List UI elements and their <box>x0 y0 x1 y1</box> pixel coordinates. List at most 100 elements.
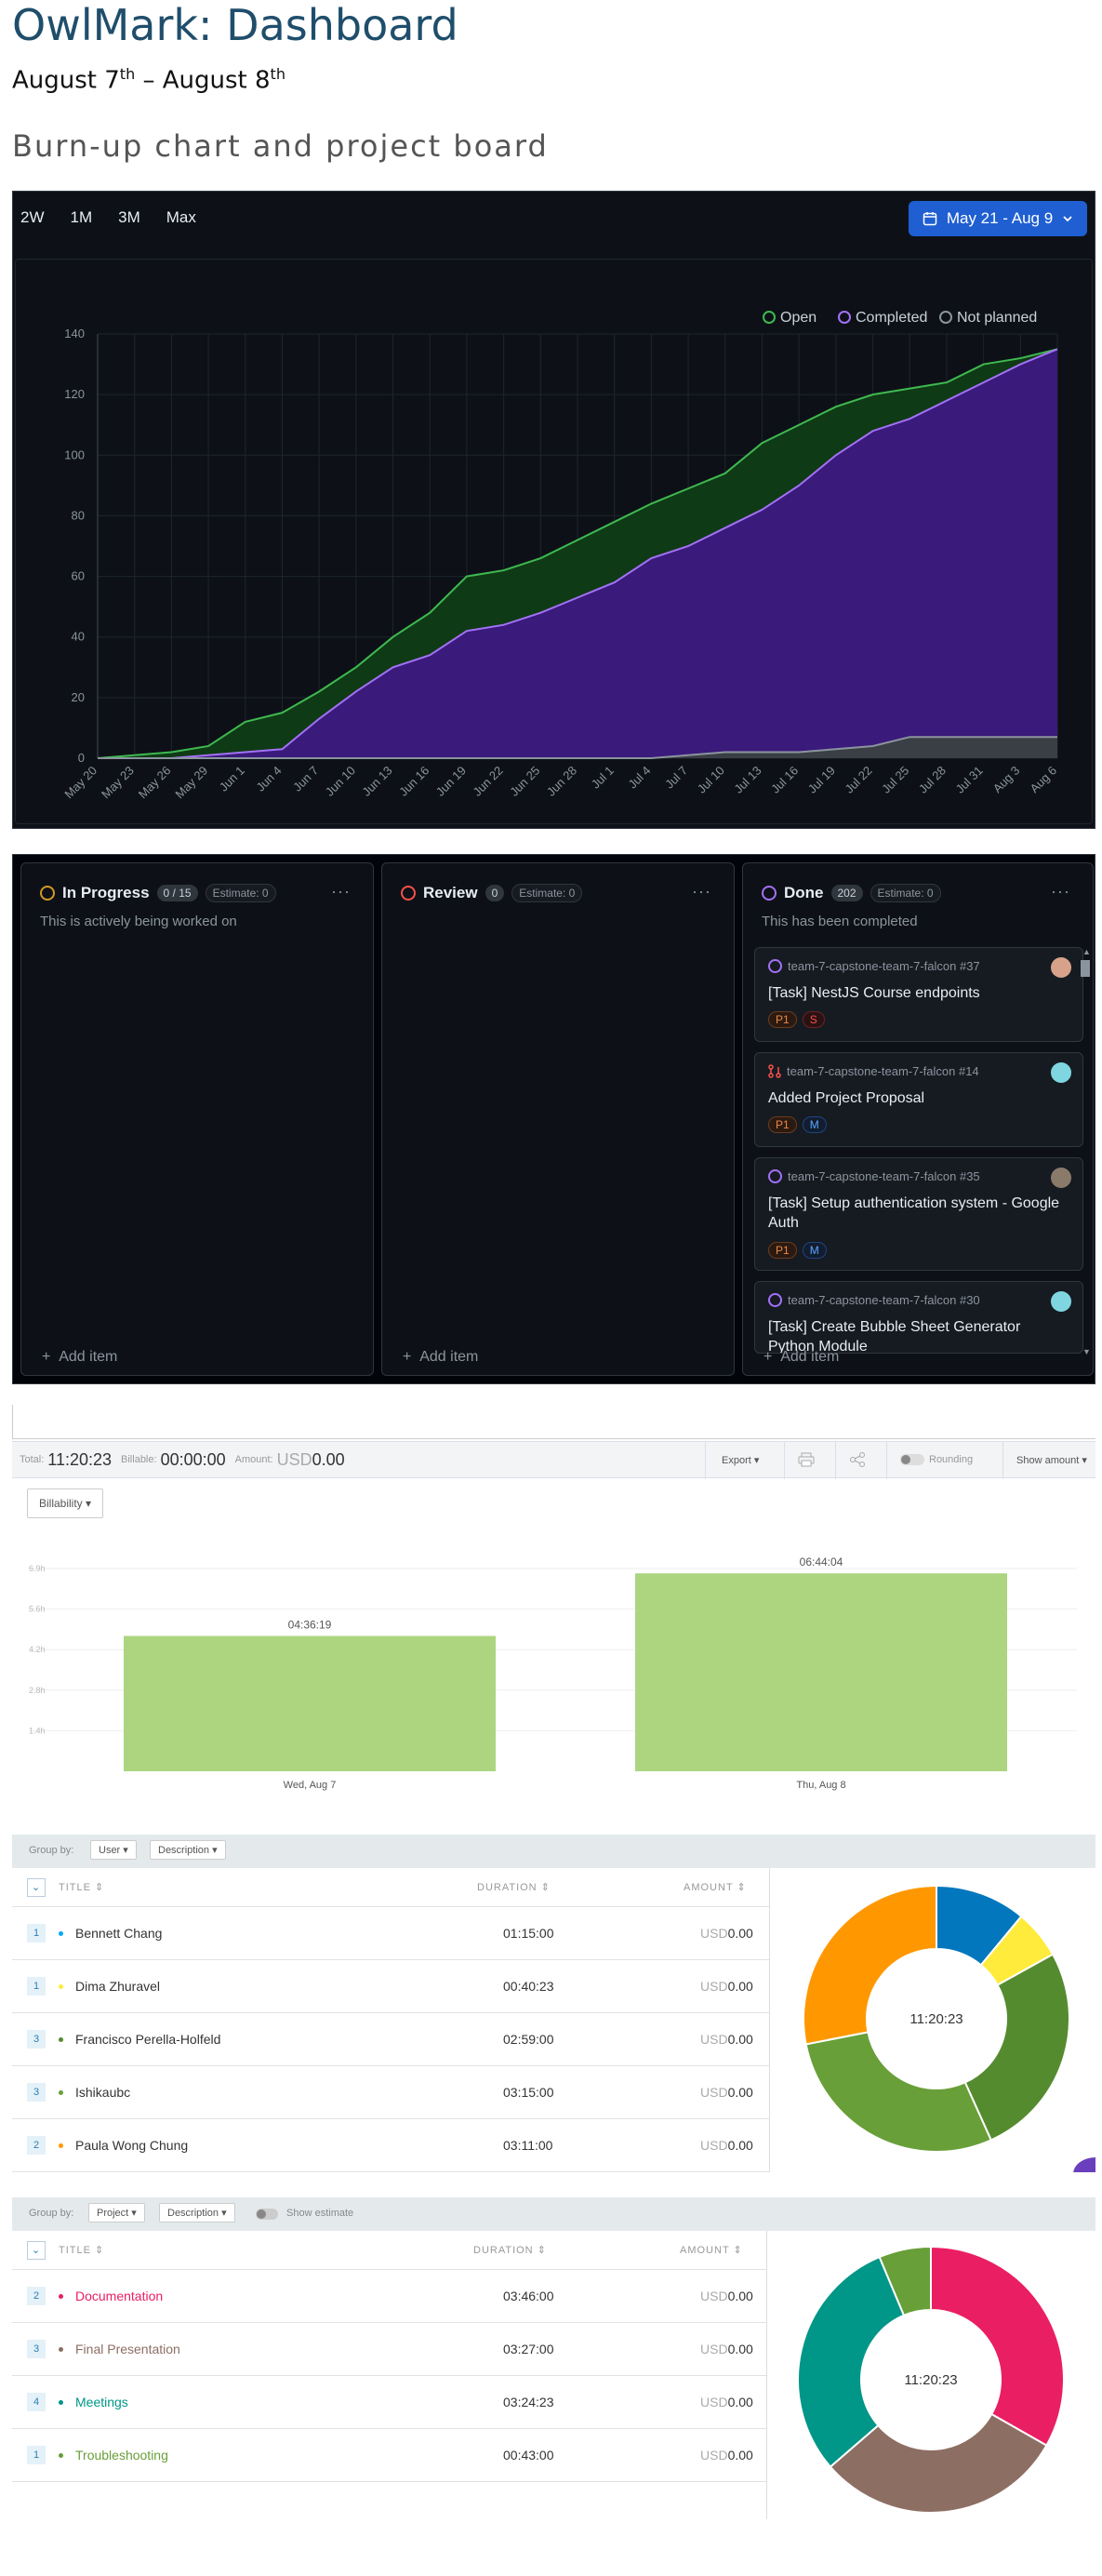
entry-count-badge[interactable]: 2 <box>27 2287 46 2305</box>
table-row[interactable]: 1 Dima Zhuravel 00:40:23 USD0.00 <box>12 1960 769 2013</box>
burnup-chart-frame: 0 20 40 60 80 100 120 140 May 20 May 23 May 26 May … <box>15 259 1093 824</box>
issue-card[interactable]: team-7-capstone-team-7-falcon #35 [Task]… <box>754 1157 1083 1271</box>
card-repo: team-7-capstone-team-7-falcon #35 <box>788 1169 980 1183</box>
range-tab-2w[interactable]: 2W <box>20 208 45 227</box>
export-button[interactable]: Export ▾ <box>722 1454 759 1466</box>
col-title[interactable]: TITLE ⇕ <box>59 2244 104 2256</box>
color-dot <box>59 2089 63 2095</box>
entry-count-badge[interactable]: 3 <box>27 2083 46 2102</box>
column-title: In Progress <box>62 884 150 901</box>
row-amount: USD0.00 <box>700 2138 753 2153</box>
y-tick-label: 120 <box>64 387 85 401</box>
size-tag: M <box>802 1116 827 1133</box>
range-tab-3m[interactable]: 3M <box>118 208 140 227</box>
range-tab-max[interactable]: Max <box>166 208 196 227</box>
entry-count-badge[interactable]: 1 <box>27 1977 46 1995</box>
show-amount-dropdown[interactable]: Show amount ▾ <box>1016 1454 1087 1466</box>
y-tick-label: 80 <box>72 508 85 522</box>
donut-slice <box>930 2245 1065 2447</box>
plus-icon: + <box>42 1349 51 1365</box>
add-item-button[interactable]: + Add item <box>403 1349 478 1366</box>
date-range-button[interactable]: May 21 - Aug 9 <box>909 201 1087 236</box>
entry-count-badge[interactable]: 1 <box>27 1924 46 1942</box>
x-tick-label: Jun 1 <box>217 764 247 794</box>
scroll-up-icon[interactable]: ▲ <box>1082 947 1091 956</box>
print-icon[interactable] <box>798 1452 815 1467</box>
status-circle-icon <box>40 886 55 901</box>
column-estimate: Estimate: 0 <box>870 884 941 902</box>
col-amount[interactable]: AMOUNT ⇕ <box>680 2244 743 2256</box>
issue-card[interactable]: team-7-capstone-team-7-falcon #30 [Task]… <box>754 1281 1083 1354</box>
table-row[interactable]: 1 Bennett Chang 01:15:00 USD0.00 <box>12 1907 769 1960</box>
legend-swatch <box>763 311 776 324</box>
collapse-chevron-icon[interactable]: ⌄ <box>27 2240 46 2260</box>
table-row[interactable]: 4 Meetings 03:24:23 USD0.00 <box>12 2376 766 2429</box>
col-title[interactable]: TITLE ⇕ <box>59 1881 104 1893</box>
table-row[interactable]: 3 Final Presentation 03:27:00 USD0.00 <box>12 2323 766 2376</box>
legend-label: Open <box>780 310 817 326</box>
column-menu-button[interactable]: ··· <box>692 882 711 901</box>
add-item-button[interactable]: + Add item <box>42 1349 117 1366</box>
avatar <box>1051 1291 1071 1312</box>
show-estimate-toggle[interactable] <box>256 2209 278 2220</box>
y-tick-label: 2.8h <box>29 1686 46 1695</box>
issue-card[interactable]: team-7-capstone-team-7-falcon #37 [Task]… <box>754 947 1083 1042</box>
entry-count-badge[interactable]: 4 <box>27 2393 46 2411</box>
donut-slice <box>804 2031 993 2153</box>
x-tick-label: Jul 10 <box>695 764 727 796</box>
scrollbar[interactable]: ▲ ▼ <box>1080 947 1091 1356</box>
y-tick-label: 20 <box>72 690 85 704</box>
range-tab-1m[interactable]: 1M <box>71 208 93 227</box>
check-circle-icon <box>768 1293 782 1307</box>
size-tag: M <box>802 1242 827 1259</box>
column-description: This has been completed <box>762 914 918 929</box>
color-dot <box>59 2452 63 2458</box>
col-duration[interactable]: DURATION ⇕ <box>473 2244 547 2256</box>
legend-label: Completed <box>856 310 927 326</box>
table-row[interactable]: 3 Francisco Perella-Holfeld 02:59:00 USD0.0… <box>12 2013 769 2066</box>
col-amount[interactable]: AMOUNT ⇕ <box>684 1881 747 1893</box>
entry-count-badge[interactable]: 3 <box>27 2030 46 2049</box>
x-tick-label: May 20 <box>61 764 100 802</box>
table-row[interactable]: 3 Ishikaubc 03:15:00 USD0.00 <box>12 2066 769 2119</box>
bar-value-label: 06:44:04 <box>800 1555 843 1568</box>
column-title: Done <box>784 884 824 901</box>
group-by-user-dropdown[interactable]: User ▾ <box>90 1840 137 1860</box>
bar-value-label: 04:36:19 <box>288 1619 332 1632</box>
color-dot <box>59 2142 63 2148</box>
scrollbar-thumb[interactable] <box>1081 960 1090 977</box>
table-row[interactable]: 1 Troubleshooting 00:43:00 USD0.00 <box>12 2429 766 2482</box>
row-title: Dima Zhuravel <box>75 1979 161 1994</box>
rounding-toggle[interactable] <box>900 1454 924 1465</box>
x-tick-label: Jul 1 <box>589 764 617 792</box>
share-icon[interactable] <box>849 1452 866 1467</box>
x-tick-label: Jul 28 <box>916 764 949 796</box>
board-column-review: Review 0 Estimate: 0 ··· + Add item <box>381 862 735 1376</box>
entry-count-badge[interactable]: 2 <box>27 2136 46 2155</box>
bar <box>635 1573 1007 1771</box>
color-dot <box>59 2293 63 2299</box>
y-tick-label: 4.2h <box>29 1645 46 1654</box>
row-title: Final Presentation <box>75 2342 180 2356</box>
row-amount: USD0.00 <box>700 2289 753 2303</box>
table-row[interactable]: 2 Paula Wong Chung 03:11:00 USD0.00 <box>12 2119 769 2172</box>
group-by-description-dropdown[interactable]: Description ▾ <box>159 2203 235 2222</box>
col-duration[interactable]: DURATION ⇕ <box>477 1881 551 1893</box>
column-menu-button[interactable]: ··· <box>331 882 351 901</box>
issue-card[interactable]: team-7-capstone-team-7-falcon #14 Added … <box>754 1052 1083 1147</box>
status-circle-icon <box>401 886 416 901</box>
group-by-description-dropdown[interactable]: Description ▾ <box>150 1840 226 1860</box>
add-item-button[interactable]: + Add item <box>763 1349 839 1366</box>
scroll-down-icon[interactable]: ▼ <box>1082 1347 1091 1356</box>
collapse-chevron-icon[interactable]: ⌄ <box>27 1877 46 1897</box>
total-value: 11:20:23 <box>47 1449 113 1469</box>
row-duration: 03:27:00 <box>503 2342 554 2356</box>
entry-count-badge[interactable]: 1 <box>27 2446 46 2464</box>
table-row[interactable]: 2 Documentation 03:46:00 USD0.00 <box>12 2270 766 2323</box>
entry-count-badge[interactable]: 3 <box>27 2340 46 2358</box>
column-menu-button[interactable]: ··· <box>1051 882 1070 901</box>
billability-dropdown[interactable]: Billability ▾ <box>27 1488 104 1518</box>
row-title: Francisco Perella-Holfeld <box>75 2032 221 2047</box>
group-by-project-dropdown[interactable]: Project ▾ <box>88 2203 145 2222</box>
donut-slice <box>963 1953 1070 2142</box>
